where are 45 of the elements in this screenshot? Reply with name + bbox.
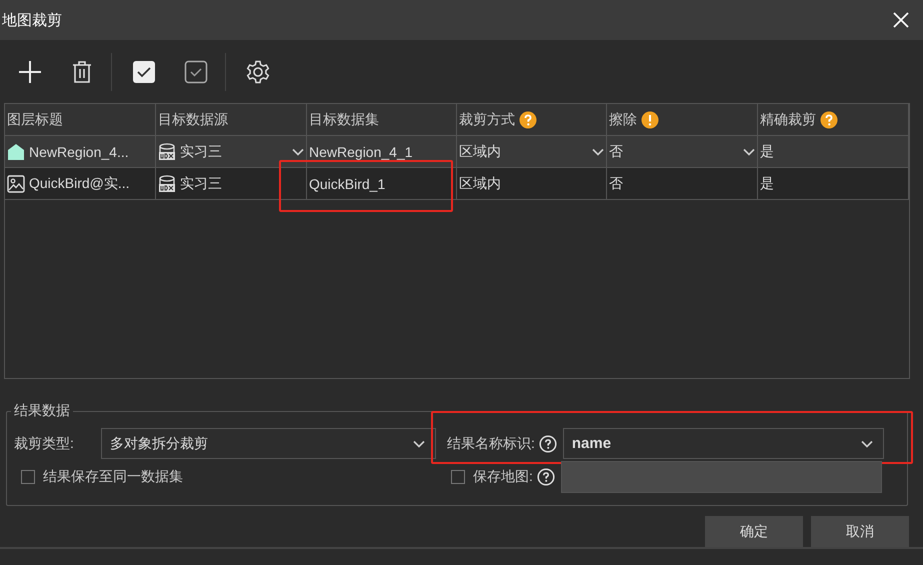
column-header: 裁剪方式 <box>459 110 515 128</box>
table-cell-text: 是 <box>760 174 775 192</box>
chevron-icon <box>860 440 873 448</box>
checkbox-icon[interactable] <box>184 60 208 84</box>
window-title: 地图裁剪 <box>2 10 62 30</box>
column-header: 目标数据集 <box>309 110 379 128</box>
polygon-layer-icon <box>7 142 25 160</box>
checkbox-label: 保存地图: <box>473 468 533 486</box>
help-icon <box>536 468 555 486</box>
settings-icon[interactable] <box>246 60 270 84</box>
group-title: 结果数据 <box>11 402 73 420</box>
table-cell-text: QuickBird@实... <box>29 174 131 192</box>
column-header: 擦除 <box>609 110 637 128</box>
column-header: 图层标题 <box>7 110 63 128</box>
table-cell-text: 否 <box>609 174 624 192</box>
chevron-icon <box>743 148 755 156</box>
table-cell-text: NewRegion_4_1 <box>309 144 414 160</box>
close-icon[interactable] <box>893 12 909 28</box>
table-cell-text: 区域内 <box>459 174 502 192</box>
checked-box-icon[interactable] <box>132 60 156 84</box>
trash-icon[interactable] <box>70 60 94 84</box>
checkbox-label: 结果保存至同一数据集 <box>43 468 183 486</box>
add-icon[interactable] <box>18 60 42 84</box>
field-label: 裁剪类型: <box>14 434 75 452</box>
chevron-icon <box>292 148 304 156</box>
help-icon <box>820 110 838 128</box>
help-icon <box>519 110 537 128</box>
field-label: 结果名称标识: <box>447 434 535 452</box>
column-header: 目标数据源 <box>158 110 228 128</box>
table-cell-text: NewRegion_4... <box>29 144 130 160</box>
table-cell-text: QuickBird_1 <box>309 176 386 192</box>
ok-button[interactable]: 确定 <box>705 516 803 547</box>
chevron-icon <box>592 148 604 156</box>
cancel-button[interactable]: 取消 <box>811 516 909 547</box>
warning-icon <box>641 110 659 128</box>
checkbox[interactable] <box>21 470 35 484</box>
image-layer-icon <box>7 174 25 192</box>
help-icon <box>538 434 557 452</box>
chevron-icon <box>413 440 425 448</box>
database-icon <box>158 174 176 192</box>
clip-type-dropdown[interactable]: 多对象拆分裁剪 <box>101 428 436 459</box>
column-header: 精确裁剪 <box>760 110 816 128</box>
result-name-dropdown[interactable]: name <box>562 428 884 459</box>
table-cell-text: 实习三 <box>180 174 223 192</box>
table-cell-text: 是 <box>760 142 775 160</box>
